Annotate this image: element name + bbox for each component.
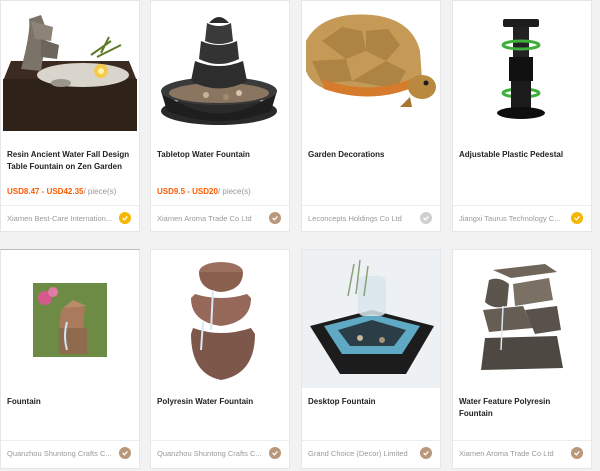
card-divider xyxy=(151,440,289,441)
product-card[interactable]: Desktop Fountain Grand Choice (Decor) Li… xyxy=(301,249,441,469)
gold-verified-icon xyxy=(571,212,583,224)
price-range: USD9.5 - USD20 xyxy=(157,187,218,196)
product-image-water-feature[interactable] xyxy=(453,250,591,388)
product-title[interactable]: Adjustable Plastic Pedestal xyxy=(459,149,585,161)
price-unit: / piece(s) xyxy=(217,187,251,196)
product-title[interactable]: Desktop Fountain xyxy=(308,396,434,408)
gold-verified-icon xyxy=(119,212,131,224)
product-title[interactable]: Garden Decorations xyxy=(308,149,434,161)
product-title[interactable]: Resin Ancient Water Fall Design Table Fo… xyxy=(7,149,133,173)
product-price: USD9.5 - USD20/ piece(s) xyxy=(157,187,287,197)
supplier-name[interactable]: Xiamen Best-Care Internation... xyxy=(7,214,115,224)
product-card[interactable]: Adjustable Plastic Pedestal Jiangxi Taur… xyxy=(452,0,592,232)
card-divider xyxy=(1,205,139,206)
supplier-name[interactable]: Xiamen Aroma Trade Co Ltd xyxy=(459,449,567,459)
product-image-garden-fountain[interactable] xyxy=(1,250,139,388)
card-divider xyxy=(453,440,591,441)
product-image-plastic-pedestal[interactable] xyxy=(453,1,591,135)
verified-icon xyxy=(420,212,432,224)
product-title[interactable]: Tabletop Water Fountain xyxy=(157,149,283,161)
price-range: USD8.47 - USD42.35 xyxy=(7,187,84,196)
card-divider xyxy=(1,440,139,441)
card-divider xyxy=(302,205,440,206)
supplier-name[interactable]: Xiamen Aroma Trade Co Ltd xyxy=(157,214,265,224)
supplier-name[interactable]: Jiangxi Taurus Technology C... xyxy=(459,214,567,224)
product-card[interactable]: Polyresin Water Fountain Quanzhou Shunto… xyxy=(150,249,290,469)
supplier-name[interactable]: Quanzhou Shuntong Crafts C... xyxy=(157,449,265,459)
verified-icon xyxy=(571,447,583,459)
card-divider xyxy=(453,205,591,206)
product-price: USD8.47 - USD42.35/ piece(s) xyxy=(7,187,137,197)
supplier-name[interactable]: Quanzhou Shuntong Crafts C... xyxy=(7,449,115,459)
card-divider xyxy=(302,440,440,441)
product-card[interactable]: Water Feature Polyresin Fountain Xiamen … xyxy=(452,249,592,469)
product-card[interactable]: Resin Ancient Water Fall Design Table Fo… xyxy=(0,0,140,232)
product-image-tabletop-fountain[interactable] xyxy=(151,1,289,135)
product-title[interactable]: Water Feature Polyresin Fountain xyxy=(459,396,585,420)
verified-icon xyxy=(119,447,131,459)
product-title[interactable]: Fountain xyxy=(7,396,133,408)
verified-icon xyxy=(269,212,281,224)
verified-icon xyxy=(420,447,432,459)
product-card[interactable]: Fountain Quanzhou Shuntong Crafts C... xyxy=(0,249,140,469)
price-unit: / piece(s) xyxy=(83,187,117,196)
product-image-zen-fountain[interactable] xyxy=(1,1,139,135)
verified-icon xyxy=(269,447,281,459)
supplier-name[interactable]: Leconcepts Holdings Co Ltd xyxy=(308,214,416,224)
product-image-desktop-fountain[interactable] xyxy=(302,250,440,388)
product-card[interactable]: Garden Decorations Leconcepts Holdings C… xyxy=(301,0,441,232)
product-image-polyresin-fountain[interactable] xyxy=(151,250,289,388)
supplier-name[interactable]: Grand Choice (Decor) Limited xyxy=(308,449,416,459)
card-divider xyxy=(151,205,289,206)
product-image-turtle-decoration[interactable] xyxy=(302,1,440,135)
product-card[interactable]: Tabletop Water Fountain USD9.5 - USD20/ … xyxy=(150,0,290,232)
product-title[interactable]: Polyresin Water Fountain xyxy=(157,396,283,408)
